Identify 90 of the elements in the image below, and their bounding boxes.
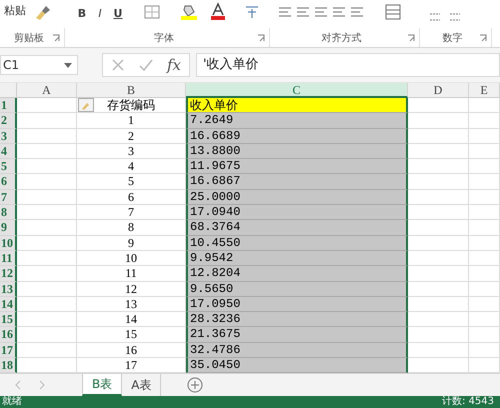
group-label: 对齐方式 [320,32,362,44]
insert-function-button[interactable]: fx [167,56,182,74]
column-header[interactable]: A [17,83,77,98]
column-header[interactable]: C [186,83,408,98]
row-header[interactable]: 12 [0,266,17,282]
empty-cell [469,312,500,328]
column-header[interactable]: E [469,83,500,98]
empty-cell [469,266,500,282]
empty-cell [469,282,500,297]
table-cell: 12.8204 [186,266,408,282]
font-style-button[interactable]: B [74,5,90,21]
row-header[interactable]: 5 [0,159,17,174]
row-header[interactable]: 14 [0,296,17,312]
sheet-tab[interactable]: B表 [82,374,122,396]
align-icon[interactable] [296,6,310,18]
empty-cell [469,159,500,174]
table-cell: 16.6867 [186,174,408,190]
row-header[interactable]: 13 [0,282,17,297]
add-sheet-icon[interactable] [187,377,204,393]
empty-cell [469,144,500,160]
dialog-launcher-icon[interactable] [407,34,415,42]
cell-text: 存货编码 [107,98,155,112]
dialog-launcher-icon[interactable] [479,34,487,42]
table-cell: 7.2649 [186,113,408,129]
enter-icon[interactable] [139,58,153,72]
table-cell: 68.3764 [186,220,408,236]
table-cell: 25.0000 [186,190,408,206]
table-cell: 11.9675 [186,159,408,174]
align-icon[interactable] [332,6,346,18]
row-header[interactable]: 4 [0,144,17,160]
table-cell: 收入单价 [186,98,408,114]
paste-options-icon[interactable] [78,98,94,112]
formula-input[interactable]: '收入单价 [196,53,500,77]
row-header[interactable]: 9 [0,220,17,236]
row-header[interactable]: 16 [0,327,17,343]
row-header[interactable]: 1 [0,98,17,114]
cancel-icon[interactable] [111,58,125,72]
table-cell: 13.8800 [186,144,408,160]
column-header[interactable]: B [77,83,186,98]
empty-cell [469,327,500,343]
table-cell: 28.3236 [186,312,408,328]
table-cell: 16.6689 [186,128,408,144]
empty-cell [469,113,500,129]
group-label: 数字 [442,32,464,44]
font-color-icon[interactable] [210,2,226,20]
merge-icon[interactable] [385,4,401,20]
table-cell: 32.4786 [186,342,408,358]
brush-icon[interactable] [34,4,52,22]
dialog-launcher-icon[interactable] [52,34,60,42]
group-label: 字体 [153,32,175,44]
table-cell: 17.0950 [186,296,408,312]
row-header[interactable]: 7 [0,190,17,206]
empty-cell [469,250,500,266]
name-box[interactable]: C1 [0,55,78,75]
table-cell: 35.0450 [186,358,408,374]
font-style-button[interactable]: I [92,5,108,21]
empty-cell [469,174,500,190]
paste-button[interactable]: 粘贴 [4,3,26,18]
row-header[interactable]: 2 [0,113,17,129]
table-cell: 10.4550 [186,236,408,251]
row-header[interactable]: 3 [0,128,17,144]
table-cell: 17.0940 [186,205,408,220]
empty-cell [469,205,500,220]
align-icon[interactable] [314,6,328,18]
empty-cell [469,236,500,251]
dialog-launcher-icon[interactable] [257,34,265,42]
row-header[interactable]: 17 [0,342,17,358]
table-cell: 9.9542 [186,250,408,266]
row-header[interactable]: 15 [0,312,17,328]
empty-cell [469,342,500,358]
font-style-button[interactable]: U [110,5,126,21]
empty-cell [469,128,500,144]
empty-cell [469,98,500,114]
row-header[interactable]: 18 [0,358,17,374]
table-cell: 21.3675 [186,327,408,343]
status-text: 就绪 [2,396,22,408]
table-cell: 9.5650 [186,282,408,297]
row-header[interactable]: 8 [0,205,17,220]
row-header[interactable]: 10 [0,236,17,251]
empty-cell [469,296,500,312]
row-header[interactable]: 11 [0,250,17,266]
column-header[interactable]: D [408,83,469,98]
count-text: 计数: 4543 [442,396,494,408]
align-icon[interactable] [350,6,364,18]
group-label: 剪贴板 [13,32,45,44]
empty-cell [469,190,500,206]
row-header[interactable]: 6 [0,174,17,190]
align-icon[interactable] [278,6,292,18]
empty-cell [469,220,500,236]
borders-icon[interactable] [144,5,160,19]
